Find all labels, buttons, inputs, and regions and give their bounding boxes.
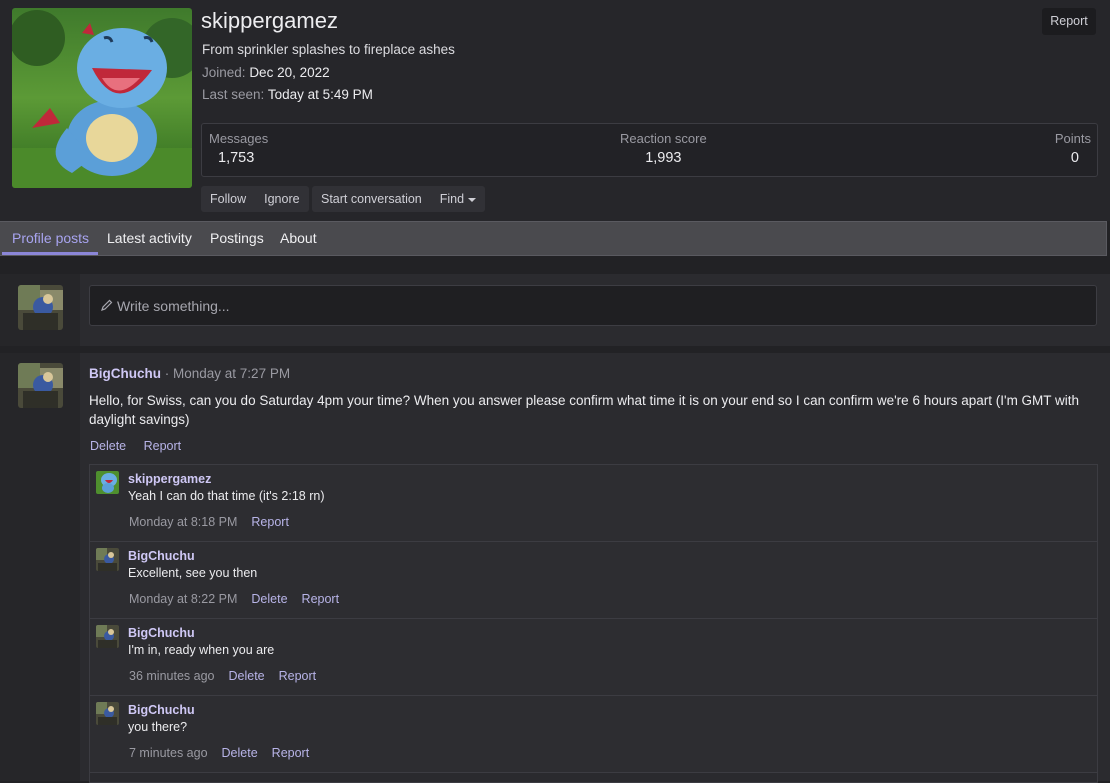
post-header: BigChuchu · Monday at 7:27 PM <box>89 366 290 381</box>
post-avatar-column <box>0 353 80 781</box>
profile-tabs: Profile posts Latest activity Postings A… <box>0 221 1107 256</box>
joined-row: Joined: Dec 20, 2022 <box>202 65 330 80</box>
post-actions: Delete Report <box>90 439 195 453</box>
last-seen-label: Last seen: <box>202 87 265 102</box>
delete-comment-link[interactable]: Delete <box>222 746 258 760</box>
comment-author-link[interactable]: skippergamez <box>128 472 211 486</box>
avatar[interactable] <box>96 702 119 725</box>
avatar[interactable] <box>18 363 63 408</box>
messages-label: Messages <box>209 131 269 146</box>
report-comment-link[interactable]: Report <box>302 592 340 606</box>
composer-avatar-column <box>0 274 80 346</box>
comment-item: BigChuchu you there? 7 minutes ago Delete Re… <box>90 696 1097 773</box>
delete-comment-link[interactable]: Delete <box>228 669 264 683</box>
active-tab-indicator <box>2 252 98 255</box>
report-comment-link[interactable]: Report <box>279 669 317 683</box>
stats-box: Messages 1,753 Reaction score 1,993 Poin… <box>201 123 1098 177</box>
comment-actions: 36 minutes ago Delete Report <box>129 669 330 683</box>
comment-timestamp[interactable]: 7 minutes ago <box>129 746 208 760</box>
profile-avatar[interactable] <box>12 8 192 188</box>
joined-value: Dec 20, 2022 <box>249 65 330 80</box>
joined-label: Joined: <box>202 65 246 80</box>
avatar[interactable] <box>96 548 119 571</box>
composer-panel: Write something... <box>0 274 1110 346</box>
comment-author-link[interactable]: BigChuchu <box>128 626 195 640</box>
find-dropdown[interactable]: Find <box>431 186 485 212</box>
comment-text: Yeah I can do that time (it's 2:18 rn) <box>128 489 325 503</box>
comment-text: I'm in, ready when you are <box>128 643 275 657</box>
comment-actions: Monday at 8:22 PM Delete Report <box>129 592 353 606</box>
comment-timestamp[interactable]: Monday at 8:22 PM <box>129 592 237 606</box>
pencil-icon <box>101 299 113 311</box>
follow-button[interactable]: Follow <box>201 186 255 212</box>
reaction-score-value[interactable]: 1,993 <box>620 150 707 166</box>
post-author-link[interactable]: BigChuchu <box>89 366 161 381</box>
report-post-link[interactable]: Report <box>144 439 182 453</box>
tab-latest-activity[interactable]: Latest activity <box>107 230 192 246</box>
comment-item: BigChuchu I'm in, ready when you are 36 mi… <box>90 619 1097 696</box>
stat-messages: Messages 1,753 <box>209 131 268 166</box>
comment-item: BigChuchu Excellent, see you then Monday a… <box>90 542 1097 619</box>
stat-points: Points 0 <box>1055 131 1091 166</box>
write-something-placeholder: Write something... <box>117 298 230 314</box>
comment-item: skippergamez Yeah I can do that time (it'… <box>90 465 1097 542</box>
avatar[interactable] <box>96 471 119 494</box>
messages-value[interactable]: 1,753 <box>209 150 268 166</box>
start-conversation-button[interactable]: Start conversation <box>312 186 431 212</box>
chevron-down-icon <box>468 197 477 202</box>
profile-tagline: From sprinkler splashes to fireplace ash… <box>202 42 455 57</box>
report-comment-link[interactable]: Report <box>272 746 310 760</box>
comment-author-link[interactable]: BigChuchu <box>128 549 195 563</box>
delete-post-link[interactable]: Delete <box>90 439 126 453</box>
stat-reaction-score: Reaction score 1,993 <box>620 131 707 166</box>
comment-timestamp[interactable]: Monday at 8:18 PM <box>129 515 237 529</box>
comment-timestamp[interactable]: 36 minutes ago <box>129 669 214 683</box>
tab-profile-posts[interactable]: Profile posts <box>12 230 89 246</box>
last-seen-row: Last seen: Today at 5:49 PM <box>202 87 373 102</box>
profile-post: BigChuchu · Monday at 7:27 PM Hello, for… <box>0 353 1110 783</box>
write-something-input[interactable]: Write something... <box>89 285 1097 326</box>
comment-author-link[interactable]: BigChuchu <box>128 703 195 717</box>
avatar[interactable] <box>96 625 119 648</box>
delete-comment-link[interactable]: Delete <box>251 592 287 606</box>
comment-actions: 7 minutes ago Delete Report <box>129 746 323 760</box>
ignore-button[interactable]: Ignore <box>255 186 308 212</box>
points-label: Points <box>1054 131 1091 146</box>
follow-ignore-group: Follow Ignore <box>201 186 309 212</box>
post-body: Hello, for Swiss, can you do Saturday 4p… <box>89 393 1080 427</box>
comment-actions: Monday at 8:18 PM Report <box>129 515 303 529</box>
conversation-find-group: Start conversation Find <box>312 186 486 212</box>
tab-about[interactable]: About <box>280 230 317 246</box>
report-profile-button[interactable]: Report <box>1042 8 1096 35</box>
reaction-score-label: Reaction score <box>620 131 707 146</box>
report-comment-link[interactable]: Report <box>251 515 289 529</box>
comment-text: Excellent, see you then <box>128 566 258 580</box>
profile-username: skippergamez <box>201 8 338 33</box>
find-label: Find <box>439 192 465 206</box>
last-seen-value: Today at 5:49 PM <box>267 87 373 102</box>
tab-postings[interactable]: Postings <box>210 230 264 246</box>
profile-header: skippergamez From sprinkler splashes to … <box>0 0 1110 221</box>
points-value[interactable]: 0 <box>1055 150 1091 166</box>
comment-text: you there? <box>128 720 188 734</box>
avatar[interactable] <box>18 285 63 330</box>
post-timestamp[interactable]: · Monday at 7:27 PM <box>165 366 290 381</box>
comment-list: skippergamez Yeah I can do that time (it'… <box>89 464 1098 783</box>
